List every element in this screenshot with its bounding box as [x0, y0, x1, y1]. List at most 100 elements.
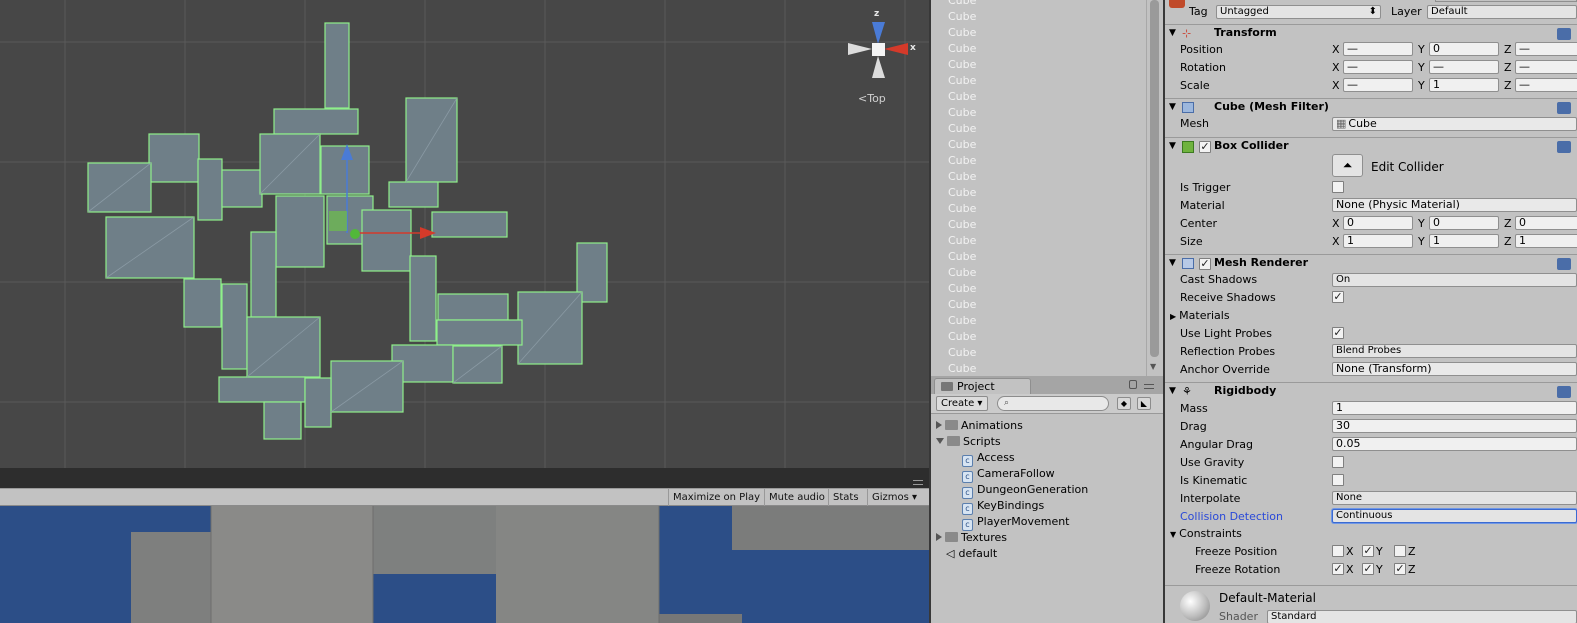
- freeze-position-z-checkbox[interactable]: [1394, 545, 1406, 557]
- scene-view[interactable]: z x <Top: [0, 0, 929, 468]
- script-item[interactable]: c PlayerMovement: [962, 514, 1070, 531]
- filter-type-icon[interactable]: ◆: [1117, 397, 1131, 410]
- stats-button[interactable]: Stats: [828, 489, 863, 506]
- hierarchy-item[interactable]: Cube: [948, 0, 976, 9]
- box-collider-header[interactable]: ▼ ✓ Box Collider: [1165, 137, 1577, 155]
- menu-icon[interactable]: [913, 480, 923, 485]
- help-icon[interactable]: [1557, 386, 1571, 398]
- filter-label-icon[interactable]: ◣: [1137, 397, 1151, 410]
- menu-icon[interactable]: [1144, 384, 1154, 389]
- hierarchy-item[interactable]: Cube: [948, 233, 976, 249]
- folder-item[interactable]: Animations: [936, 418, 1023, 434]
- scale-z-field[interactable]: —: [1515, 78, 1577, 92]
- scrollbar-thumb[interactable]: [1150, 0, 1159, 357]
- folder-item[interactable]: Textures: [936, 530, 1007, 546]
- hierarchy-item[interactable]: Cube: [948, 281, 976, 297]
- tag-dropdown[interactable]: Untagged ⬍: [1216, 5, 1381, 19]
- enable-checkbox[interactable]: ✓: [1199, 141, 1211, 153]
- mesh-renderer-header[interactable]: ▼ ✓ Mesh Renderer: [1165, 254, 1577, 272]
- receive-shadows-checkbox[interactable]: ✓: [1332, 291, 1344, 303]
- material-field[interactable]: None (Physic Material): [1332, 198, 1577, 212]
- enable-checkbox[interactable]: ✓: [1199, 258, 1211, 270]
- drag-field[interactable]: 30: [1332, 419, 1577, 433]
- hierarchy-item[interactable]: Cube: [948, 297, 976, 313]
- foldout-open-icon[interactable]: [936, 438, 944, 444]
- mute-audio-button[interactable]: Mute audio: [764, 489, 829, 506]
- edit-collider-button[interactable]: ⏶: [1332, 154, 1363, 177]
- hierarchy-item[interactable]: Cube: [948, 265, 976, 281]
- anchor-override-field[interactable]: None (Transform): [1332, 362, 1577, 376]
- materials-foldout[interactable]: ▶ Materials: [1170, 309, 1230, 322]
- foldout-closed-icon[interactable]: [936, 421, 942, 429]
- hierarchy-item[interactable]: Cube: [948, 73, 976, 89]
- script-item[interactable]: c DungeonGeneration: [962, 482, 1088, 499]
- position-y-field[interactable]: 0: [1429, 42, 1499, 56]
- is-kinematic-checkbox[interactable]: [1332, 474, 1344, 486]
- hierarchy-panel[interactable]: Cube Cube Cube Cube Cube Cube Cube Cube Cube Cube…: [931, 0, 1163, 376]
- help-icon[interactable]: [1557, 258, 1571, 270]
- help-icon[interactable]: [1557, 28, 1571, 40]
- light-probes-checkbox[interactable]: ✓: [1332, 327, 1344, 339]
- angular-drag-field[interactable]: 0.05: [1332, 437, 1577, 451]
- hierarchy-item[interactable]: Cube: [948, 25, 976, 41]
- freeze-rotation-x-checkbox[interactable]: ✓: [1332, 563, 1344, 575]
- lock-icon[interactable]: [1129, 380, 1137, 389]
- scale-y-field[interactable]: 1: [1429, 78, 1499, 92]
- panel-divider[interactable]: [0, 468, 929, 488]
- size-z-field[interactable]: 1: [1515, 234, 1577, 248]
- gizmos-button[interactable]: Gizmos ▾: [867, 489, 929, 506]
- hierarchy-item[interactable]: Cube: [948, 313, 976, 329]
- position-z-field[interactable]: —: [1515, 42, 1577, 56]
- hierarchy-item[interactable]: Cube: [948, 137, 976, 153]
- rigidbody-header[interactable]: ▼ ⚘ Rigidbody: [1165, 382, 1577, 400]
- script-item[interactable]: c CameraFollow: [962, 466, 1055, 483]
- constraints-foldout[interactable]: ▼ Constraints: [1170, 527, 1242, 540]
- use-gravity-checkbox[interactable]: [1332, 456, 1344, 468]
- center-x-field[interactable]: 0: [1343, 216, 1413, 230]
- mass-field[interactable]: 1: [1332, 401, 1577, 415]
- hierarchy-item[interactable]: Cube: [948, 9, 976, 25]
- hierarchy-item[interactable]: Cube: [948, 361, 976, 376]
- game-view[interactable]: [0, 506, 929, 623]
- hierarchy-item[interactable]: Cube: [948, 217, 976, 233]
- transform-header[interactable]: ▼ ⊹ Transform: [1165, 24, 1577, 42]
- inspector-panel[interactable]: Tag Untagged ⬍ Layer Default ▼ ⊹ Transfor…: [1165, 0, 1577, 623]
- folder-item[interactable]: Scripts: [936, 434, 1001, 450]
- hierarchy-item[interactable]: Cube: [948, 185, 976, 201]
- hierarchy-item[interactable]: Cube: [948, 169, 976, 185]
- hierarchy-item[interactable]: Cube: [948, 345, 976, 361]
- reflection-probes-dropdown[interactable]: Blend Probes: [1332, 344, 1577, 358]
- tab-project[interactable]: Project: [934, 378, 1031, 394]
- interpolate-dropdown[interactable]: None: [1332, 491, 1577, 505]
- hierarchy-item[interactable]: Cube: [948, 105, 976, 121]
- scene-canvas[interactable]: [0, 0, 929, 468]
- freeze-position-x-checkbox[interactable]: [1332, 545, 1344, 557]
- freeze-position-y-checkbox[interactable]: ✓: [1362, 545, 1374, 557]
- layer-dropdown[interactable]: Default: [1427, 5, 1577, 19]
- hierarchy-item[interactable]: Cube: [948, 41, 976, 57]
- hierarchy-item[interactable]: Cube: [948, 249, 976, 265]
- hierarchy-item[interactable]: Cube: [948, 153, 976, 169]
- position-x-field[interactable]: —: [1343, 42, 1413, 56]
- help-icon[interactable]: [1557, 141, 1571, 153]
- hierarchy-item[interactable]: Cube: [948, 329, 976, 345]
- cast-shadows-dropdown[interactable]: On: [1332, 273, 1577, 287]
- script-item[interactable]: c KeyBindings: [962, 498, 1044, 515]
- rotation-x-field[interactable]: —: [1343, 60, 1413, 74]
- mesh-field[interactable]: ▦ Cube: [1332, 117, 1577, 131]
- view-mode-label[interactable]: <Top: [858, 92, 886, 105]
- rotation-z-field[interactable]: —: [1515, 60, 1577, 74]
- foldout-closed-icon[interactable]: [936, 533, 942, 541]
- hierarchy-scrollbar[interactable]: ▼: [1146, 0, 1161, 376]
- size-x-field[interactable]: 1: [1343, 234, 1413, 248]
- scroll-down-icon[interactable]: ▼: [1150, 362, 1156, 371]
- is-trigger-checkbox[interactable]: [1332, 181, 1344, 193]
- freeze-rotation-z-checkbox[interactable]: ✓: [1394, 563, 1406, 575]
- shader-dropdown[interactable]: Standard: [1267, 610, 1577, 623]
- mesh-filter-header[interactable]: ▼ Cube (Mesh Filter): [1165, 98, 1577, 116]
- create-button[interactable]: Create ▾: [936, 396, 988, 411]
- hierarchy-item[interactable]: Cube: [948, 57, 976, 73]
- collision-detection-dropdown[interactable]: Continuous: [1332, 509, 1577, 523]
- hierarchy-item[interactable]: Cube: [948, 121, 976, 137]
- hierarchy-item[interactable]: Cube: [948, 201, 976, 217]
